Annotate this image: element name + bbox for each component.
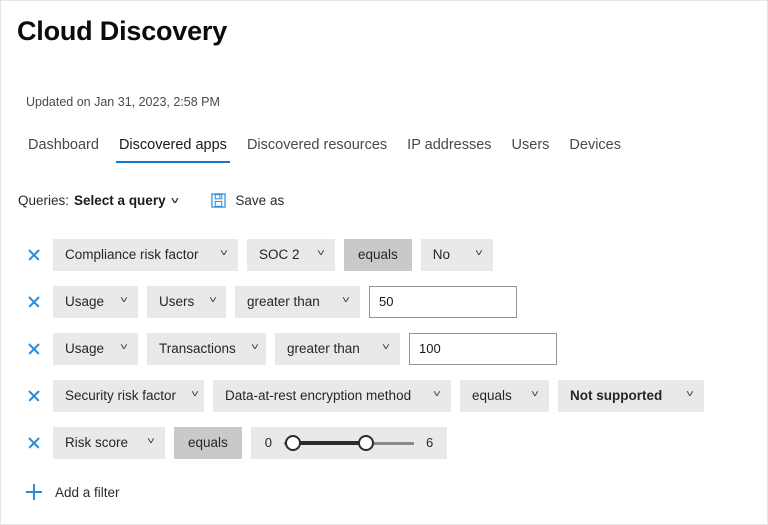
filter-attribute-dropdown[interactable]: Data-at-rest encryption method ˅ [213,379,451,412]
chevron-down-icon: ˅ [209,294,218,306]
filter-value-input[interactable]: 100 [409,332,557,365]
save-floppy-icon [211,193,227,208]
chevron-down-icon: ˅ [686,388,695,400]
chevron-down-icon: ˅ [317,247,326,259]
chevron-down-icon: ˅ [120,341,129,353]
slider-max-label: 6 [426,435,434,450]
filter-operator-dropdown[interactable]: equals ˅ [460,379,549,412]
filter-row: Risk score ˅ equals 0 6 [1,419,767,466]
query-select-dropdown[interactable]: Select a query ˅ [74,193,179,208]
tab-label: Dashboard [28,137,99,153]
dropdown-label: Usage [65,294,105,309]
filter-value-text: 50 [379,294,394,309]
tab-bar: Dashboard Discovered apps Discovered res… [18,133,631,163]
filter-row: Usage ˅ Users ˅ greater than ˅ 50 [1,278,767,325]
tab-ip-addresses[interactable]: IP addresses [397,135,501,163]
plus-icon [26,484,42,500]
filter-value-dropdown[interactable]: No ˅ [420,238,493,271]
chevron-down-icon: ˅ [342,294,351,306]
chevron-down-icon: ˅ [474,247,483,259]
tab-label: Discovered resources [246,137,388,153]
dropdown-label: greater than [287,341,360,356]
filter-row: Security risk factor ˅ Data-at-rest encr… [1,372,767,419]
tab-discovered-apps[interactable]: Discovered apps [109,135,237,163]
filter-value-dropdown[interactable]: Not supported ˅ [558,379,704,412]
filter-row: Usage ˅ Transactions ˅ greater than ˅ 10… [1,325,767,372]
close-icon[interactable] [26,247,42,263]
chevron-down-icon: ˅ [220,247,229,259]
filter-category-dropdown[interactable]: Usage ˅ [53,332,138,365]
dropdown-label: greater than [247,294,320,309]
dropdown-label: Risk score [65,435,129,450]
filter-value-input[interactable]: 50 [369,285,517,318]
chevron-down-icon: ˅ [120,294,129,306]
filter-operator-static: equals [174,426,242,459]
filter-row: Compliance risk factor ˅ SOC 2 ˅ equals … [1,231,767,278]
dropdown-label: equals [472,388,512,403]
filter-category-dropdown[interactable]: Security risk factor ˅ [53,379,204,412]
filter-attribute-dropdown[interactable]: Transactions ˅ [147,332,266,365]
risk-score-range-slider[interactable]: 0 6 [250,426,448,459]
dropdown-label: Not supported [570,388,663,403]
chevron-down-icon: ˅ [191,388,199,400]
dropdown-label: Usage [65,341,105,356]
close-icon[interactable] [26,294,42,310]
last-updated-text: Updated on Jan 31, 2023, 2:58 PM [26,95,220,109]
add-filter-button[interactable]: Add a filter [26,484,120,500]
chevron-down-icon: ˅ [170,196,179,207]
close-icon[interactable] [26,388,42,404]
tab-label: Devices [569,137,621,153]
slider-track[interactable] [284,434,415,452]
slider-handle-high[interactable] [358,434,375,451]
filter-operator-static: equals [344,238,412,271]
chevron-down-icon: ˅ [382,341,391,353]
chevron-down-icon: ˅ [433,388,442,400]
filter-operator-dropdown[interactable]: greater than ˅ [275,332,400,365]
chevron-down-icon: ˅ [250,341,259,353]
operator-label: equals [188,435,228,450]
chevron-down-icon: ˅ [147,435,156,447]
dropdown-label: Users [159,294,195,309]
slider-handle-low[interactable] [285,434,302,451]
dropdown-label: Security risk factor [65,388,177,403]
filter-attribute-dropdown[interactable]: Users ˅ [147,285,226,318]
page-title: Cloud Discovery [17,16,228,46]
tab-label: IP addresses [407,137,492,153]
dropdown-label: Transactions [159,341,236,356]
tab-dashboard[interactable]: Dashboard [18,135,109,163]
filter-category-dropdown[interactable]: Risk score ˅ [53,426,165,459]
close-icon[interactable] [26,435,42,451]
save-as-button[interactable]: Save as [211,193,284,208]
filter-category-dropdown[interactable]: Compliance risk factor ˅ [53,238,238,271]
operator-label: equals [358,247,398,262]
filter-value-text: 100 [419,341,441,356]
tab-users[interactable]: Users [502,135,560,163]
slider-track-active [293,441,367,445]
cloud-discovery-page: Cloud Discovery Updated on Jan 31, 2023,… [0,0,768,525]
queries-bar: Queries: Select a query ˅ Save as [18,193,284,208]
filter-list: Compliance risk factor ˅ SOC 2 ˅ equals … [1,231,767,466]
tab-devices[interactable]: Devices [559,135,631,163]
filter-operator-dropdown[interactable]: greater than ˅ [235,285,360,318]
dropdown-label: No [432,247,451,262]
dropdown-label: Compliance risk factor [65,247,199,262]
dropdown-label: Data-at-rest encryption method [225,388,412,403]
chevron-down-icon: ˅ [531,388,540,400]
dropdown-label: SOC 2 [259,247,300,262]
save-as-label: Save as [235,193,285,208]
add-filter-label: Add a filter [55,484,120,500]
slider-min-label: 0 [264,435,273,450]
query-select-value: Select a query [74,193,166,208]
close-icon[interactable] [26,341,42,357]
tab-label: Users [511,137,550,153]
filter-attribute-dropdown[interactable]: SOC 2 ˅ [247,238,335,271]
tab-discovered-resources[interactable]: Discovered resources [237,135,397,163]
tab-label: Discovered apps [118,137,227,153]
filter-category-dropdown[interactable]: Usage ˅ [53,285,138,318]
queries-label: Queries: [18,193,70,208]
